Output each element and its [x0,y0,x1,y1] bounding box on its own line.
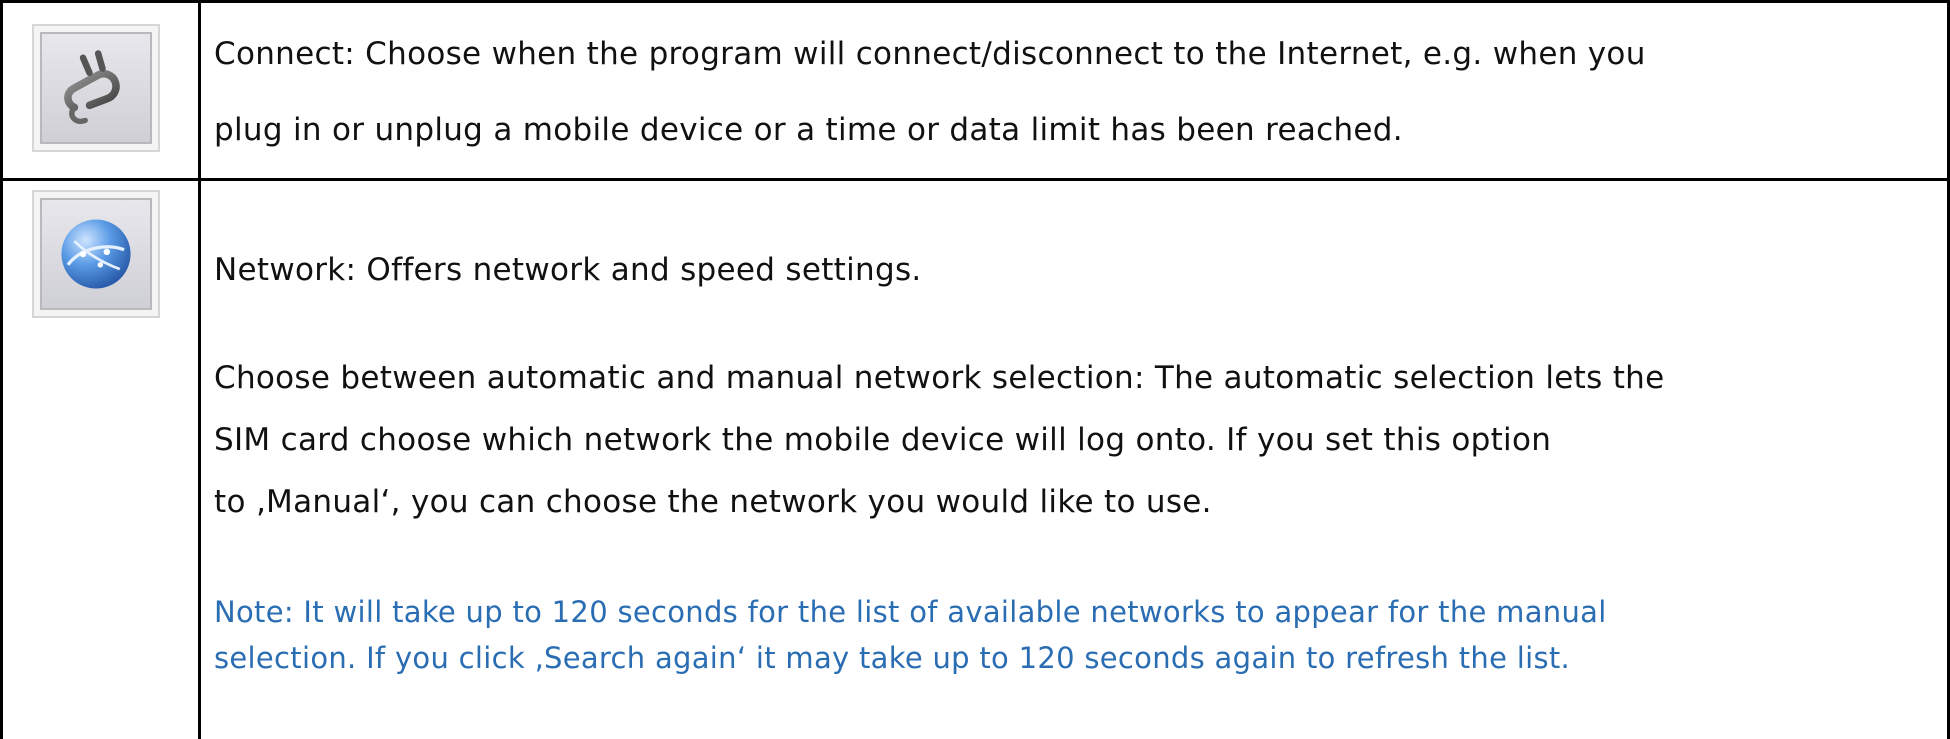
network-paragraph-line-2: SIM card choose which network the mobile… [214,422,1552,458]
connect-description-line-1: Connect: Choose when the program will co… [214,36,1646,72]
network-paragraph-line-1: Choose between automatic and manual netw… [214,360,1665,396]
network-note-line-2: selection. If you click ‚Search again‘ i… [214,641,1571,675]
plug-icon [64,50,120,125]
globe-network-icon [61,219,131,289]
table-top-border [0,0,1950,3]
connect-icon-button [40,32,152,144]
column-divider [198,0,201,739]
network-heading: Network: Offers network and speed settin… [214,252,922,288]
table-left-border [0,0,3,739]
row-divider [0,178,1950,181]
network-paragraph-line-3: to ‚Manual‘, you can choose the network … [214,484,1212,520]
network-note-line-1: Note: It will take up to 120 seconds for… [214,595,1607,629]
settings-table: Connect: Choose when the program will co… [0,0,1950,739]
connect-description-line-2: plug in or unplug a mobile device or a t… [214,112,1403,148]
network-icon-button [40,198,152,310]
connect-icon-frame [32,24,160,152]
network-icon-frame [32,190,160,318]
